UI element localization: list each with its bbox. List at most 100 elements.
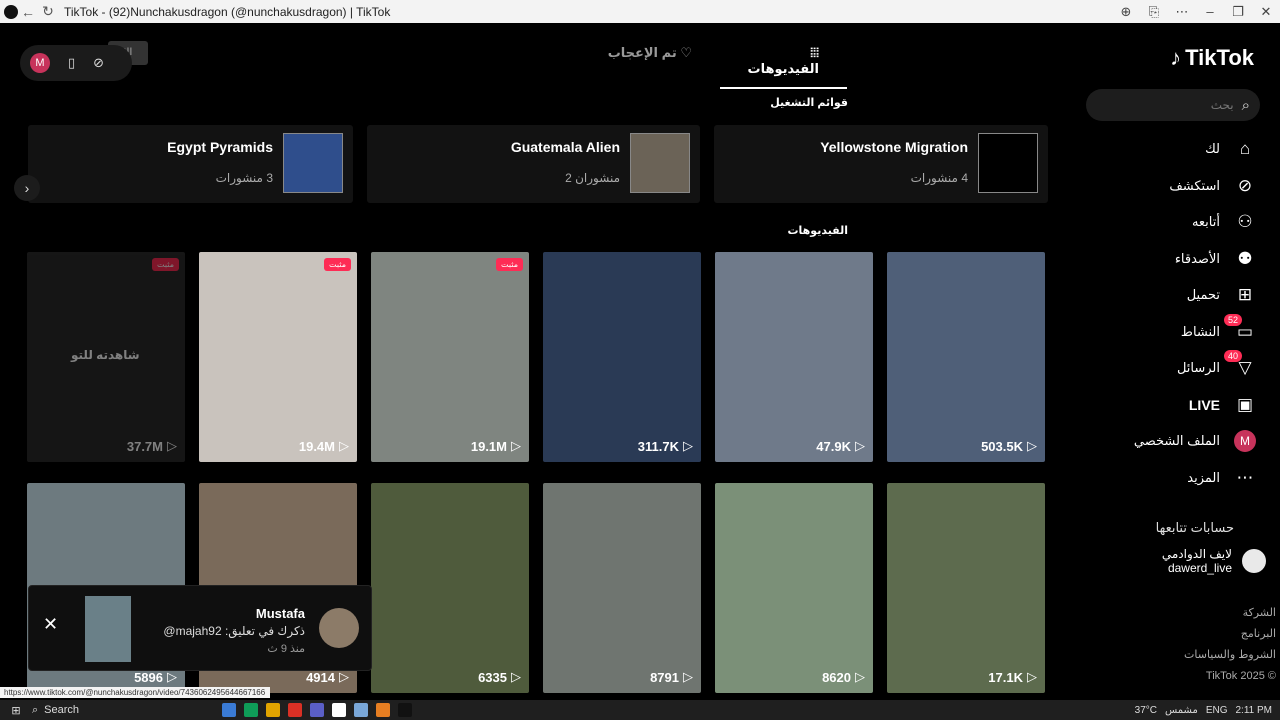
notification-toast[interactable]: Mustafa ذكرك في تعليق: majah92@ منذ 9 ث … bbox=[28, 585, 372, 671]
sidebar-item[interactable]: ⚇ أتابعه bbox=[1096, 204, 1256, 241]
play-icon: ▷ bbox=[683, 669, 693, 684]
sidebar-item[interactable]: ⋯ المزيد bbox=[1096, 460, 1256, 497]
sidebar-item[interactable]: ▭ 52 النشاط bbox=[1096, 313, 1256, 351]
floating-avatar[interactable]: M bbox=[30, 53, 50, 73]
weather-temp: 37°C bbox=[1134, 704, 1158, 716]
taskbar-tiktok-icon[interactable] bbox=[398, 703, 412, 717]
status-url: https://www.tiktok.com/@nunchakusdragon/… bbox=[0, 687, 270, 698]
play-icon: ▷ bbox=[855, 438, 865, 453]
sidebar-item-label: LIVE bbox=[1188, 396, 1220, 413]
sidebar-nav: ⌂ لك ⊘ استكشف ⚇ أتابعه ⚉ الأصدقاء ⊞ تحميل ▭ 52 النشا… bbox=[1096, 131, 1256, 496]
view-count-value: 6335 bbox=[478, 669, 507, 685]
playlist-card[interactable]: Guatemala Alien منشوران 2 bbox=[367, 125, 700, 203]
view-count: ▷ 5896 bbox=[134, 669, 177, 685]
browser-titlebar: ← ↻ TikTok - (92)Nunchakusdragon (@nunch… bbox=[0, 0, 1280, 23]
footer-link[interactable]: الشركة bbox=[1184, 603, 1276, 624]
sidebar-item-label: لك bbox=[1205, 141, 1220, 157]
zoom-icon[interactable]: ⊕ bbox=[1112, 4, 1140, 20]
view-count-value: 47.9K bbox=[816, 438, 851, 454]
tiktok-logo[interactable]: ♪ TikTok bbox=[1170, 45, 1254, 71]
tab-videos[interactable]: ⦙⦙⦙ الفيديوهات bbox=[720, 39, 847, 89]
view-count-value: 8620 bbox=[822, 669, 851, 685]
sidebar-item-label: تحميل bbox=[1186, 287, 1220, 303]
avatar bbox=[1242, 549, 1266, 573]
taskbar-app-icon[interactable] bbox=[332, 703, 346, 717]
play-icon: ▷ bbox=[167, 438, 177, 453]
sidebar: ♪ TikTok ⌕ بحث ⌂ لك ⊘ استكشف ⚇ أتابعه ⚉ الأصدقاء… bbox=[1086, 23, 1280, 687]
search-input[interactable]: ⌕ بحث bbox=[1086, 89, 1260, 121]
maximize-icon[interactable]: ❐ bbox=[1224, 4, 1252, 20]
sidebar-item[interactable]: ⌂ لك bbox=[1096, 131, 1256, 168]
video-card[interactable]: ▷ 311.7K bbox=[543, 252, 701, 462]
sidebar-item-label: أتابعه bbox=[1191, 214, 1220, 230]
playlists-next-button[interactable]: › bbox=[14, 175, 40, 201]
play-icon: ▷ bbox=[339, 438, 349, 453]
footer-link[interactable]: البرنامج bbox=[1184, 624, 1276, 645]
phone-icon[interactable]: ▯ bbox=[68, 55, 75, 71]
taskbar-app-icon[interactable] bbox=[376, 703, 390, 717]
taskbar-app-icon[interactable] bbox=[288, 703, 302, 717]
view-count: ▷ 47.9K bbox=[816, 438, 865, 454]
window-title: TikTok - (92)Nunchakusdragon (@nunchakus… bbox=[64, 4, 391, 19]
play-icon: ▷ bbox=[855, 669, 865, 684]
video-card[interactable]: ▷ 8620 bbox=[715, 483, 873, 693]
view-count: ▷ 8791 bbox=[650, 669, 693, 685]
lang-indicator[interactable]: ENG bbox=[1206, 705, 1228, 716]
minimize-icon[interactable]: – bbox=[1196, 4, 1224, 19]
taskbar-app-icon[interactable] bbox=[222, 703, 236, 717]
sidebar-item[interactable]: ⚉ الأصدقاء bbox=[1096, 241, 1256, 278]
video-card[interactable]: ▷ 503.5K bbox=[887, 252, 1045, 462]
view-count-value: 5896 bbox=[134, 669, 163, 685]
sidebar-item-label: المزيد bbox=[1187, 469, 1220, 485]
compass-small-icon[interactable]: ⊘ bbox=[93, 55, 104, 71]
footer-link[interactable]: الشروط والسياسات bbox=[1184, 645, 1276, 666]
sidebar-item[interactable]: M الملف الشخصي bbox=[1096, 423, 1256, 460]
sidebar-item[interactable]: ⊘ استكشف bbox=[1096, 168, 1256, 205]
close-icon[interactable]: ✕ bbox=[43, 614, 58, 635]
back-icon[interactable]: ← bbox=[18, 4, 38, 20]
taskbar-app-icon[interactable] bbox=[244, 703, 258, 717]
playlist-name: Egypt Pyramids bbox=[167, 139, 273, 155]
video-card[interactable]: ▷ 47.9K bbox=[715, 252, 873, 462]
menu-icon[interactable]: ⋯ bbox=[1168, 4, 1196, 20]
close-window-icon[interactable]: ✕ bbox=[1252, 4, 1280, 20]
video-card[interactable]: ▷ 6335 bbox=[371, 483, 529, 693]
playlist-card[interactable]: Yellowstone Migration 4 منشورات bbox=[714, 125, 1048, 203]
view-count: ▷ 19.1M bbox=[471, 438, 521, 454]
notification-message: ذكرك في تعليق: majah92@ bbox=[163, 624, 305, 638]
video-card[interactable]: ▷ 8791 bbox=[543, 483, 701, 693]
view-count: ▷ 4914 bbox=[306, 669, 349, 685]
sidebar-item[interactable]: ▣ LIVE bbox=[1096, 387, 1256, 424]
video-card[interactable]: ▷ 17.1K bbox=[887, 483, 1045, 693]
profile-avatar: M bbox=[1234, 430, 1256, 453]
heart-icon: ♡ bbox=[676, 45, 692, 60]
notification-avatar bbox=[319, 608, 359, 648]
play-icon: ▷ bbox=[339, 669, 349, 684]
taskbar-search[interactable]: ⌕ Search bbox=[32, 704, 182, 717]
notification-user: Mustafa bbox=[255, 606, 305, 621]
live-icon: ▣ bbox=[1236, 394, 1254, 414]
tab-liked[interactable]: ♡ تم الإعجاب bbox=[580, 39, 720, 89]
sidebar-item[interactable]: ▽ 40 الرسائل bbox=[1096, 350, 1256, 387]
video-card[interactable]: مثبت شاهدته للتو ▷ 37.7M bbox=[27, 252, 185, 462]
tiktok-note-icon: ♪ bbox=[1170, 45, 1182, 70]
view-count: ▷ 503.5K bbox=[981, 438, 1037, 454]
clock[interactable]: 2:11 PM bbox=[1236, 705, 1273, 716]
taskbar-app-icon[interactable] bbox=[310, 703, 324, 717]
search-icon[interactable]: ⌕ bbox=[1242, 97, 1250, 114]
playlist-card[interactable]: Egypt Pyramids 3 منشورات bbox=[28, 125, 353, 203]
taskbar-app-icon[interactable] bbox=[354, 703, 368, 717]
windows-start-icon[interactable]: ⊞ bbox=[8, 704, 24, 717]
view-count: ▷ 311.7K bbox=[638, 438, 693, 454]
brand-name: TikTok bbox=[1185, 45, 1254, 70]
following-account[interactable]: لايف الدوادمي dawerd_live bbox=[1162, 547, 1266, 575]
sidebar-item[interactable]: ⊞ تحميل bbox=[1096, 277, 1256, 314]
taskbar-app-icon[interactable] bbox=[266, 703, 280, 717]
reload-icon[interactable]: ↻ bbox=[38, 3, 58, 20]
share-icon[interactable]: ⎘ bbox=[1140, 4, 1168, 20]
search-placeholder: بحث bbox=[1210, 98, 1234, 112]
video-card[interactable]: مثبت ▷ 19.4M bbox=[199, 252, 357, 462]
video-card[interactable]: مثبت ▷ 19.1M bbox=[371, 252, 529, 462]
notification-thumb bbox=[85, 596, 131, 662]
playlist-thumb bbox=[978, 133, 1038, 193]
